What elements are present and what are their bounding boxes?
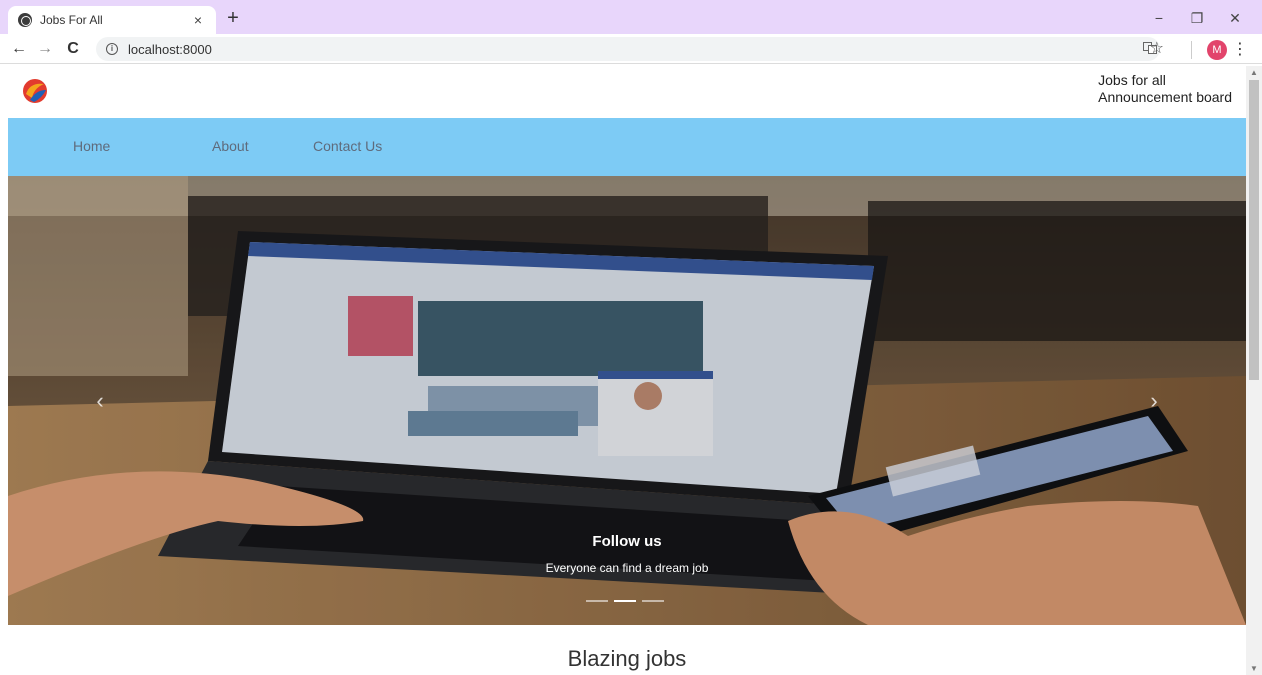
nav-about[interactable]: About (212, 138, 249, 154)
reload-button[interactable]: C (62, 38, 84, 60)
page-scrollbar[interactable]: ▲ ▼ (1246, 66, 1262, 675)
carousel-indicator-2[interactable] (614, 600, 636, 602)
address-bar[interactable]: i localhost:8000 (96, 37, 1160, 61)
scroll-up-icon[interactable]: ▲ (1250, 68, 1258, 77)
carousel-indicator-1[interactable] (586, 600, 608, 602)
scroll-down-icon[interactable]: ▼ (1250, 664, 1258, 673)
tab-title: Jobs For All (40, 13, 103, 27)
carousel-image (8, 176, 1246, 625)
browser-tab[interactable]: Jobs For All × (8, 6, 216, 34)
header-subtitle: Announcement board (1098, 89, 1232, 105)
nav-home[interactable]: Home (73, 138, 110, 154)
hero-carousel: ‹ › Follow us Everyone can find a dream … (8, 176, 1246, 625)
maximize-button[interactable]: ❐ (1178, 6, 1216, 30)
new-tab-button[interactable]: + (222, 8, 244, 30)
toolbar-divider (1191, 41, 1192, 59)
url-text: localhost:8000 (128, 41, 212, 57)
back-button[interactable]: ← (8, 38, 30, 60)
forward-button[interactable]: → (34, 38, 56, 60)
window-controls: − ❐ ✕ (1140, 6, 1254, 30)
header-text: Jobs for all Announcement board (1098, 72, 1232, 106)
globe-icon (18, 13, 32, 27)
minimize-button[interactable]: − (1140, 6, 1178, 30)
carousel-indicators (586, 600, 664, 602)
carousel-caption-title: Follow us (592, 533, 662, 550)
browser-toolbar: ← → C i localhost:8000 ☆ M ⋮ (0, 34, 1262, 64)
header-title: Jobs for all (1098, 72, 1166, 88)
carousel-next-button[interactable]: › (1134, 381, 1174, 421)
nav-contact-us[interactable]: Contact Us (313, 138, 382, 154)
site-logo-icon[interactable] (20, 76, 50, 106)
carousel-caption-subtitle: Everyone can find a dream job (545, 561, 709, 575)
bookmark-star-icon[interactable]: ☆ (1150, 38, 1164, 58)
profile-avatar[interactable]: M (1207, 40, 1227, 60)
scroll-thumb[interactable] (1249, 80, 1259, 380)
carousel-indicator-3[interactable] (642, 600, 664, 602)
main-navbar: Home About Contact Us (8, 118, 1246, 176)
info-icon[interactable]: i (106, 43, 118, 55)
close-window-button[interactable]: ✕ (1216, 6, 1254, 30)
browser-tabstrip: Jobs For All × + − ❐ ✕ (0, 0, 1262, 34)
section-title: Blazing jobs (567, 646, 687, 671)
close-tab-icon[interactable]: × (190, 12, 206, 28)
site-header: Jobs for all Announcement board (8, 66, 1246, 118)
carousel-prev-button[interactable]: ‹ (80, 381, 120, 421)
menu-icon[interactable]: ⋮ (1232, 39, 1248, 59)
